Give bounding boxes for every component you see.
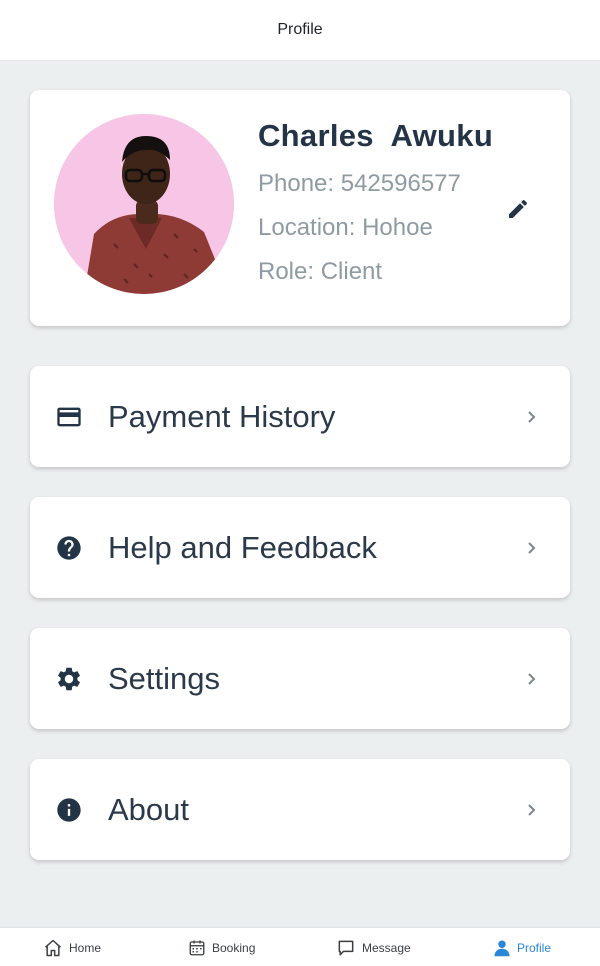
profile-role: Role: Client bbox=[258, 258, 383, 285]
calendar-icon bbox=[189, 940, 205, 955]
gear-icon bbox=[54, 664, 84, 694]
chevron-right-icon bbox=[524, 802, 540, 818]
home-icon bbox=[45, 939, 61, 956]
info-icon bbox=[54, 795, 84, 825]
menu-item-settings[interactable]: Settings bbox=[30, 628, 570, 729]
menu-item-label: Help and Feedback bbox=[108, 529, 377, 565]
nav-item-label: Booking bbox=[212, 940, 256, 955]
help-circle-icon bbox=[54, 533, 84, 563]
nav-item-label: Home bbox=[69, 940, 102, 955]
profile-info: Charles Awuku Phone: 542596577 Location:… bbox=[258, 118, 493, 286]
menu-item-help-and-feedback[interactable]: Help and Feedback bbox=[30, 497, 570, 598]
profile-location: Location: Hohoe bbox=[258, 214, 433, 241]
avatar bbox=[54, 114, 234, 294]
menu-item-label: Settings bbox=[108, 660, 221, 696]
chat-icon bbox=[338, 940, 354, 955]
profile-card: Charles Awuku Phone: 542596577 Location:… bbox=[30, 90, 570, 326]
chevron-right-icon bbox=[524, 540, 540, 556]
nav-item-booking[interactable]: Booking bbox=[188, 928, 255, 966]
person-icon bbox=[494, 940, 510, 956]
menu-item-label: Payment History bbox=[108, 398, 336, 434]
bottom-navigation: Home Booking Message Profile bbox=[0, 927, 600, 966]
nav-item-home[interactable]: Home bbox=[43, 928, 101, 966]
profile-name: Charles Awuku bbox=[258, 118, 494, 153]
pencil-icon bbox=[509, 199, 528, 218]
credit-card-icon bbox=[54, 402, 84, 432]
menu-item-payment-history[interactable]: Payment History bbox=[30, 366, 570, 467]
menu-item-label: About bbox=[108, 791, 190, 827]
chevron-right-icon bbox=[524, 409, 540, 425]
nav-item-message[interactable]: Message bbox=[336, 928, 411, 966]
menu-item-about[interactable]: About bbox=[30, 759, 570, 860]
nav-item-profile[interactable]: Profile bbox=[493, 928, 551, 966]
profile-phone: Phone: 542596577 bbox=[258, 170, 461, 197]
top-app-bar: Profile bbox=[0, 0, 600, 61]
page-title: Profile bbox=[277, 21, 323, 38]
chevron-right-icon bbox=[524, 671, 540, 687]
nav-item-label: Profile bbox=[517, 940, 552, 955]
edit-profile-button[interactable] bbox=[504, 195, 532, 223]
nav-item-label: Message bbox=[362, 940, 411, 955]
